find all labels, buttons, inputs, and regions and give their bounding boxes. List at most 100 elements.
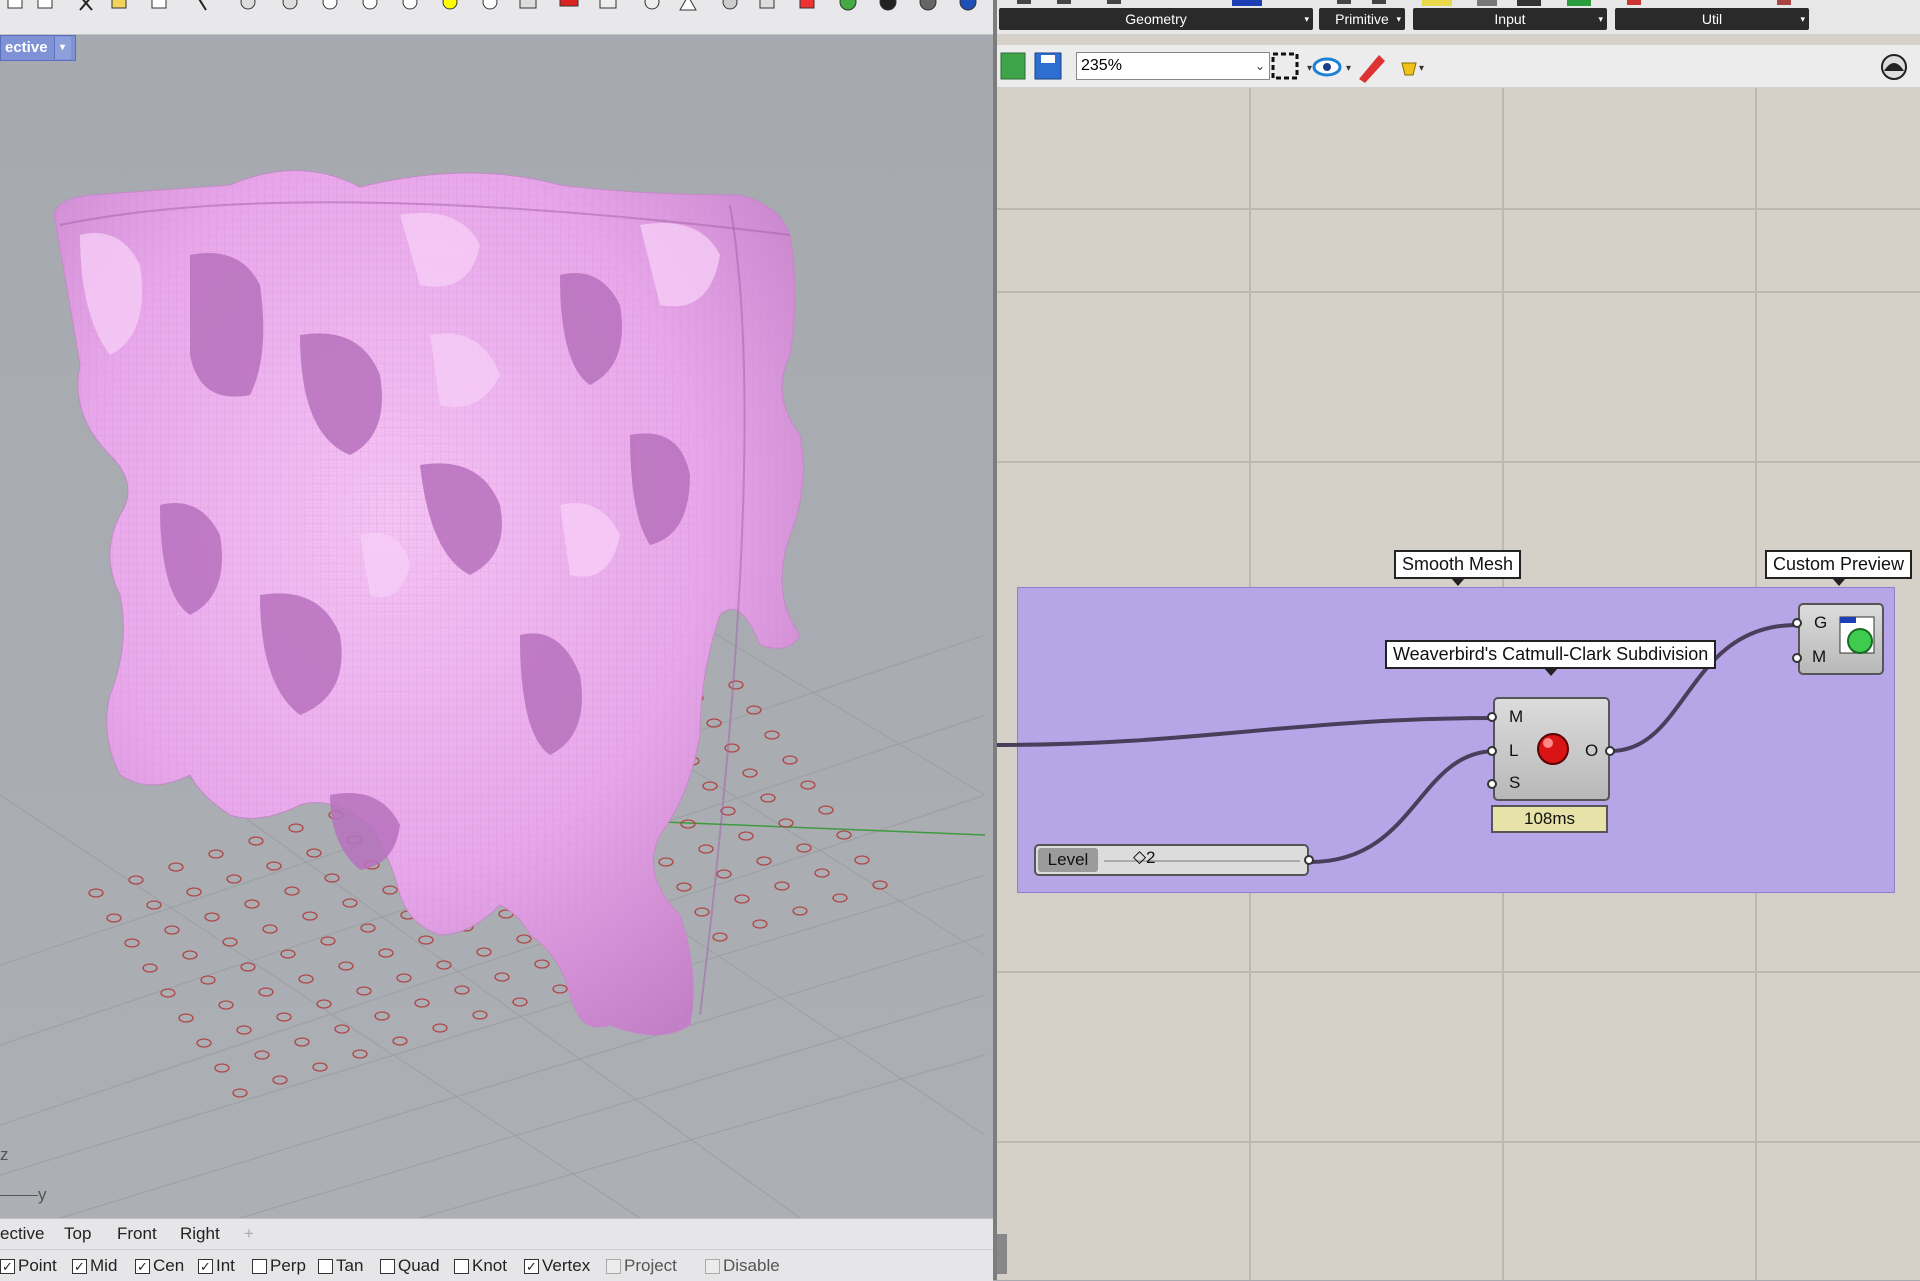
checkbox-disable[interactable] bbox=[705, 1258, 720, 1274]
axis-y-label: y bbox=[38, 1185, 47, 1204]
component-ribbon: Geometry ▾ Primitive ▾ Input ▾ Util ▾ bbox=[997, 0, 1920, 34]
osnap-mid[interactable]: ✓ Mid bbox=[72, 1256, 117, 1276]
view-tabs-bar: ective Top Front Right + bbox=[0, 1218, 993, 1249]
ribbon-icons bbox=[1017, 0, 1791, 6]
viewport-layout-icon bbox=[519, 0, 537, 9]
osnap-int[interactable]: ✓ Int bbox=[198, 1256, 235, 1276]
canvas-scrollbar[interactable] bbox=[997, 1234, 1007, 1274]
grid-line bbox=[997, 461, 1920, 463]
zoom-target-icon bbox=[482, 0, 498, 10]
zoom-icon bbox=[322, 0, 338, 10]
checkbox-tan[interactable] bbox=[318, 1258, 333, 1274]
ribbon-tab-util[interactable]: Util ▾ bbox=[1615, 8, 1809, 30]
zoom-value: 235% bbox=[1081, 57, 1122, 74]
expand-icon: ▾ bbox=[1800, 14, 1805, 24]
port-dot[interactable] bbox=[1304, 855, 1314, 865]
axis-z-label: z bbox=[0, 1145, 9, 1164]
axis-line bbox=[0, 1195, 38, 1196]
grid-line bbox=[997, 208, 1920, 210]
cut-icon bbox=[79, 0, 93, 11]
zoom-select[interactable]: 235% ⌄ bbox=[1076, 52, 1270, 80]
checkbox-project[interactable] bbox=[606, 1258, 621, 1274]
ribbon-tab-primitive[interactable]: Primitive ▾ bbox=[1319, 8, 1405, 30]
dropdown-icon: ▾ bbox=[1346, 63, 1351, 74]
grid-line bbox=[997, 291, 1920, 293]
checkbox-mid[interactable]: ✓ bbox=[72, 1258, 87, 1274]
zoom-window-icon bbox=[362, 0, 378, 10]
osnap-vertex[interactable]: ✓ Vertex bbox=[524, 1256, 590, 1276]
osnap-knot[interactable]: Knot bbox=[454, 1256, 507, 1276]
chevron-down-icon: ⌄ bbox=[1254, 59, 1265, 73]
port-dot[interactable] bbox=[1605, 746, 1615, 756]
osnap-point[interactable]: ✓ Point bbox=[0, 1256, 57, 1276]
grid-line bbox=[997, 971, 1920, 973]
osnap-project[interactable]: Project bbox=[606, 1256, 677, 1276]
toolbar-icons bbox=[7, 0, 977, 11]
viewport-title: ective bbox=[5, 39, 48, 56]
osnap-disable[interactable]: Disable bbox=[705, 1256, 780, 1276]
level-slider[interactable]: Level ◇ 2 bbox=[1034, 844, 1309, 876]
sphere-icon bbox=[919, 0, 937, 11]
viewport-title-tab[interactable]: ective ▾ bbox=[0, 35, 76, 61]
tab-front[interactable]: Front bbox=[117, 1224, 157, 1244]
rhino-window: z y ective ▾ ective Top Front Right + ✓ P… bbox=[0, 0, 993, 1281]
port-dot[interactable] bbox=[1792, 653, 1802, 663]
input-port-l[interactable]: L bbox=[1509, 741, 1518, 761]
input-port-m[interactable]: M bbox=[1812, 647, 1826, 667]
zoom-extents-icon bbox=[402, 0, 418, 10]
input-port-m[interactable]: M bbox=[1509, 707, 1523, 727]
perspective-viewport[interactable]: z y bbox=[0, 35, 993, 1218]
doc-icon bbox=[151, 0, 167, 9]
preview-icon bbox=[1839, 616, 1875, 654]
checkbox-vertex[interactable]: ✓ bbox=[524, 1258, 539, 1274]
pan-icon bbox=[240, 0, 256, 10]
add-tab-icon[interactable]: + bbox=[244, 1224, 254, 1244]
custom-preview-component[interactable]: G M bbox=[1798, 603, 1884, 675]
label-catmull-clark: Weaverbird's Catmull-Clark Subdivision bbox=[1385, 640, 1717, 676]
output-port-o[interactable]: O bbox=[1585, 741, 1598, 761]
osnap-quad[interactable]: Quad bbox=[380, 1256, 440, 1276]
input-port-g[interactable]: G bbox=[1814, 613, 1827, 633]
wires bbox=[997, 623, 1797, 864]
osnap-cen[interactable]: ✓ Cen bbox=[135, 1256, 184, 1276]
osnap-perp[interactable]: Perp bbox=[252, 1256, 306, 1276]
material-icon bbox=[799, 0, 815, 9]
open-file-icon bbox=[1000, 52, 1026, 80]
grid-icon bbox=[599, 0, 617, 9]
checkbox-point[interactable]: ✓ bbox=[0, 1258, 15, 1274]
port-dot[interactable] bbox=[1487, 779, 1497, 789]
triangle-icon bbox=[679, 0, 697, 11]
port-dot[interactable] bbox=[1487, 746, 1497, 756]
select-icon bbox=[198, 0, 207, 11]
tab-top[interactable]: Top bbox=[64, 1224, 91, 1244]
dropdown-icon: ▾ bbox=[1307, 63, 1312, 74]
profiler-timer: 108ms bbox=[1491, 805, 1608, 833]
wire-level-input bbox=[1309, 749, 1497, 864]
checkbox-perp[interactable] bbox=[252, 1258, 267, 1274]
tab-perspective[interactable]: ective bbox=[0, 1224, 44, 1244]
weaverbird-icon bbox=[1537, 733, 1569, 765]
ribbon-tab-geometry[interactable]: Geometry ▾ bbox=[999, 8, 1313, 30]
ribbon-tab-input[interactable]: Input ▾ bbox=[1413, 8, 1607, 30]
slider-label: Level bbox=[1038, 848, 1098, 872]
checkbox-quad[interactable] bbox=[380, 1258, 395, 1274]
expand-icon: ▾ bbox=[1598, 14, 1603, 24]
wire-mesh-input bbox=[997, 716, 1497, 747]
catmull-clark-component[interactable]: M L S O bbox=[1493, 697, 1610, 801]
port-dot[interactable] bbox=[1792, 618, 1802, 628]
tab-right[interactable]: Right bbox=[180, 1224, 220, 1244]
port-dot[interactable] bbox=[1487, 712, 1497, 722]
viewport-menu-dropdown-icon[interactable]: ▾ bbox=[53, 37, 71, 59]
checkbox-int[interactable]: ✓ bbox=[198, 1258, 213, 1274]
checkbox-knot[interactable] bbox=[454, 1258, 469, 1274]
expand-icon: ▾ bbox=[1396, 14, 1401, 24]
checkbox-cen[interactable]: ✓ bbox=[135, 1258, 150, 1274]
paste-icon bbox=[111, 0, 127, 9]
osnap-tan[interactable]: Tan bbox=[318, 1256, 363, 1276]
rotate-icon bbox=[282, 0, 298, 10]
slider-grip-icon[interactable]: ◇ bbox=[1133, 847, 1146, 867]
render-icon bbox=[879, 0, 897, 11]
bake-icon bbox=[1359, 55, 1385, 83]
light-icon bbox=[722, 0, 738, 10]
input-port-s[interactable]: S bbox=[1509, 773, 1520, 793]
